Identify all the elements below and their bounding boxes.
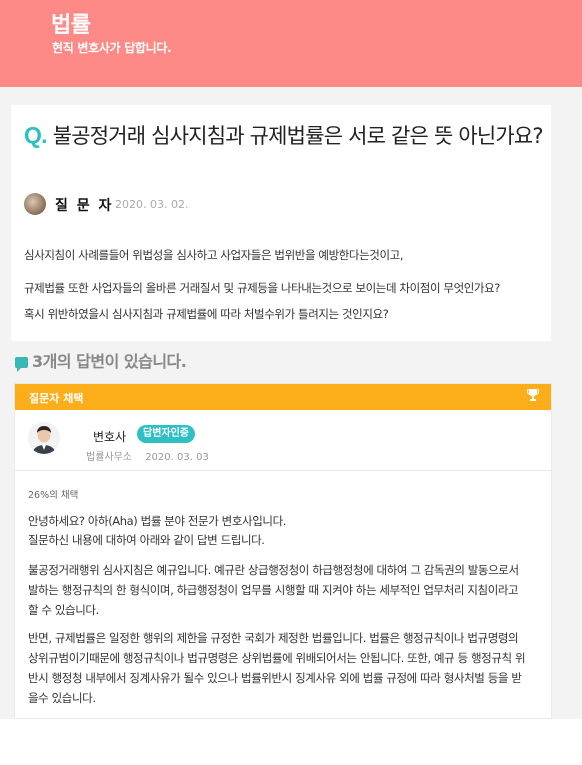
chat-bubble-icon	[15, 357, 28, 372]
answers-count: 3개의 답변이 있습니다.	[15, 348, 187, 372]
chosen-bar: 질문자 채택	[15, 384, 551, 410]
lawyer-name[interactable]: 변호사	[93, 428, 126, 445]
lawyer-office-and-date: 법률사무소 2020. 03. 03	[86, 448, 209, 463]
question-mark-label: Q.	[24, 122, 47, 148]
answer-line: 질문하신 내용에 대하여 아래와 같이 답변 드립니다.	[28, 533, 265, 547]
question-date: 2020. 03. 02.	[115, 198, 189, 211]
answer-date: 2020. 03. 03	[145, 452, 209, 463]
lawyer-office: 법률사무소	[86, 452, 132, 463]
asker-avatar	[24, 193, 46, 215]
chosen-label: 질문자 채택	[29, 392, 84, 405]
top-banner: 법률 현직 변호사가 답합니다.	[0, 0, 582, 87]
answer-line: 할 수 있습니다.	[28, 603, 99, 617]
question-paragraph: 심사지침이 사례를들어 위법성을 심사하고 사업자들은 법위반을 예방한다는것이…	[24, 248, 404, 262]
question-card: Q. 불공정거래 심사지침과 규제법률은 서로 같은 뜻 아닌가요? 질 문 자 …	[11, 105, 551, 341]
verified-badge: 답변자인증	[137, 425, 195, 443]
page-subtitle: 현직 변호사가 답합니다.	[52, 41, 172, 55]
chosen-percentage: 26%의 채택	[28, 490, 79, 501]
lawyer-avatar[interactable]	[28, 422, 60, 454]
side-strip	[552, 105, 582, 465]
answer-line: 반면, 규제법률은 일정한 행위의 제한을 규정한 국회가 제정한 법률입니다.…	[28, 631, 519, 645]
answer-line: 을수 있습니다.	[28, 691, 96, 705]
answer-line: 반시 행정청 내부에서 징계사유가 될수 있으나 법률위반시 징계사유 외에 법…	[28, 671, 522, 685]
divider	[15, 470, 551, 471]
answer-line: 발하는 행정규칙의 한 형식이며, 하급행정청이 업무를 시행할 때 지켜야 하…	[28, 583, 519, 597]
asker-name: 질 문 자	[55, 198, 114, 214]
trophy-icon	[527, 389, 539, 401]
question-paragraph: 혹시 위반하였을시 심사지침과 규제법률에 따라 처벌수위가 틀려지는 것인지요…	[24, 307, 389, 321]
answer-line: 불공정거래행위 심사지침은 예규입니다. 예규란 상급행정청이 하급행정청에 대…	[28, 563, 519, 577]
answers-count-label: 3개의 답변이 있습니다.	[32, 352, 187, 371]
question-title-text: 불공정거래 심사지침과 규제법률은 서로 같은 뜻 아닌가요?	[52, 124, 544, 148]
page-title: 법률	[51, 13, 91, 38]
answer-line: 안녕하세요? 아하(Aha) 법률 분야 전문가 변호사입니다.	[28, 514, 287, 528]
question-title: Q. 불공정거래 심사지침과 규제법률은 서로 같은 뜻 아닌가요?	[24, 119, 544, 152]
question-paragraph: 규제법률 또한 사업자들의 올바른 거래질서 및 규제등을 나타내는것으로 보이…	[24, 281, 500, 295]
answer-line: 상위규범이기때문에 행정규칙이나 법규명령은 상위법률에 위배되어서는 안됩니다…	[28, 651, 526, 665]
answer-card: 질문자 채택 변호사 답변자인증 법률사무소 2020. 03. 03 26%의…	[14, 383, 552, 719]
lawyer-photo	[28, 422, 60, 454]
